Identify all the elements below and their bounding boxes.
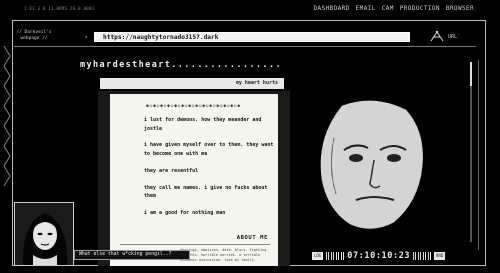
page-title: myhardestheart................. [80,60,283,70]
site-owner-tag: // Darkveil's webpage // [16,30,52,41]
barcode-icon [326,252,345,260]
side-ribbon-decoration [3,46,11,187]
paragraph: i am a good for nothing man [144,209,226,216]
right-edge-ruler [478,60,485,250]
compass-icon[interactable] [430,30,444,42]
system-status-text: 1.01 3.0 11.0KMS 26.0.0001 [24,6,95,11]
status-tag-left: LOG [312,252,324,260]
top-bar: 1.01 3.0 11.0KMS 26.0.0001 DASHBOARD EMA… [0,0,500,20]
avatar-portrait-icon [15,203,73,265]
paragraph: they call me names. i give no fucks abou… [144,184,268,200]
nav-email[interactable]: EMAIL [356,5,376,12]
url-text: https://naughtytornado3157.dark [103,34,219,41]
blog-text: i lust for demons. how they meander and … [144,116,274,226]
forward-arrow-icon[interactable]: › [84,33,88,41]
footer-text: feelings, emotions, data. blurs. fightin… [180,248,267,262]
stippled-face-image [320,100,423,229]
main-nav: DASHBOARD EMAIL CAM PRODUCTION BROWSER [314,5,474,12]
url-label: URL [448,34,458,40]
chat-message[interactable]: What else that w*cking pengil..? [74,250,190,260]
paragraph: they are resentful [144,167,199,174]
header-bar: my heart hurts [100,78,284,89]
clock-display: 07:10:10:23 [347,251,411,261]
about-me-link[interactable]: ABOUT ME [237,235,268,241]
address-bar[interactable]: https://naughtytornado3157.dark [94,32,410,42]
header-bar-label: my heart hurts [235,80,278,86]
status-bar: LOG 07:10:10:23 BRD [312,250,484,262]
about-divider [120,244,270,245]
nav-production[interactable]: PRODUCTION [400,5,440,12]
header-divider [14,46,476,47]
blog-page: ◆◇◆◇◆◇◆◇◆◇◆◇◆◇◆◇◆◇◆◇◆◇◆◇◆◇◆ i lust for d… [110,94,278,266]
paragraph: i have given myself over to them. they w… [144,142,274,158]
scrollbar-thumb[interactable] [470,62,472,86]
scrollbar[interactable] [470,62,472,242]
status-tag-right: BRD [434,252,446,260]
barcode-icon [413,252,432,260]
nav-dashboard[interactable]: DASHBOARD [314,5,350,12]
avatar[interactable] [14,202,74,266]
decoration-row: ◆◇◆◇◆◇◆◇◆◇◆◇◆◇◆◇◆◇◆◇◆◇◆◇◆◇◆ [146,103,241,109]
chat-message-text: What else that w*cking pengil..? [79,252,172,257]
nav-browser[interactable]: BROWSER [446,5,474,12]
paragraph: i lust for demons. how they meander and … [144,117,262,132]
nav-cam[interactable]: CAM [382,5,394,12]
